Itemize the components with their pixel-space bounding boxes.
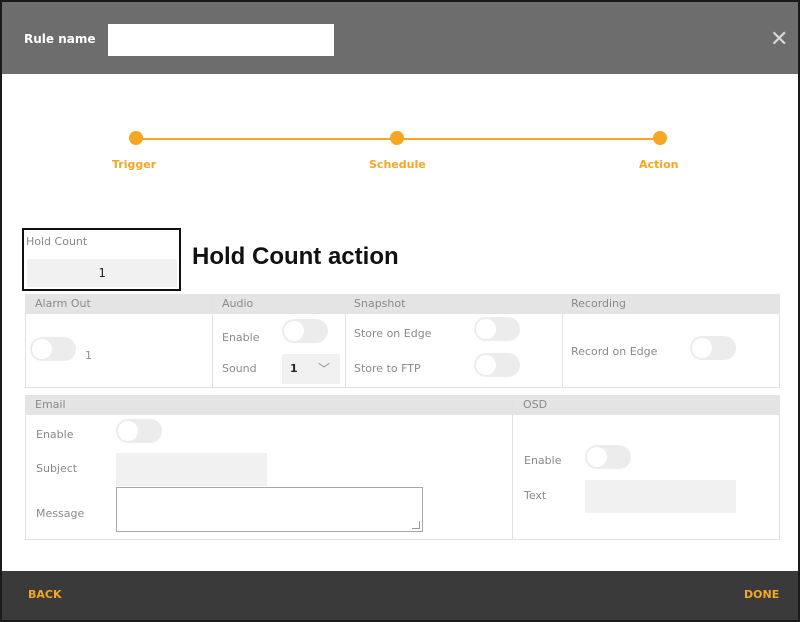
snapshot-ftp-label: Store to FTP [354,362,421,375]
audio-sound-label: Sound [222,362,257,375]
dialog-header: Rule name ✕ [2,2,798,74]
divider [212,294,213,388]
alarm-out-title: Alarm Out [35,297,91,310]
osd-text-label: Text [524,489,547,502]
email-enable-label: Enable [36,428,74,441]
email-title: Email [35,398,66,411]
recording-edge-label: Record on Edge [571,345,658,358]
osd-enable-label: Enable [524,454,562,467]
sound-select-value: 1 [290,362,298,375]
done-button[interactable]: DONE [744,588,779,601]
snapshot-edge-label: Store on Edge [354,327,432,340]
hold-count-label: Hold Count [26,235,88,248]
recording-edge-toggle[interactable] [690,336,736,360]
snapshot-title: Snapshot [354,297,406,310]
email-subject-label: Subject [36,462,78,475]
step-dot-action[interactable] [653,131,667,145]
audio-enable-toggle[interactable] [282,319,328,343]
chevron-down-icon: ﹀ [318,362,331,376]
audio-enable-label: Enable [222,331,260,344]
divider [512,395,513,540]
email-message-textarea[interactable] [116,487,423,532]
resize-handle-icon[interactable] [412,521,420,529]
back-button[interactable]: BACK [28,588,62,601]
email-message-label: Message [36,507,85,520]
step-schedule[interactable]: Schedule [369,158,426,171]
snapshot-edge-toggle[interactable] [474,317,520,341]
email-osd-panel-header [25,395,780,415]
alarm-out-value: 1 [85,349,92,362]
step-trigger[interactable]: Trigger [112,158,156,171]
hold-count-input[interactable]: 1 [27,259,177,287]
email-enable-toggle[interactable] [116,419,162,443]
audio-title: Audio [222,297,254,310]
recording-title: Recording [571,297,627,310]
alarm-out-toggle[interactable] [30,337,76,361]
close-icon[interactable]: ✕ [770,29,788,51]
rule-name-label: Rule name [24,32,96,46]
osd-enable-toggle[interactable] [585,445,631,469]
step-dot-schedule[interactable] [390,131,404,145]
email-subject-input[interactable] [116,453,267,486]
osd-text-input[interactable] [585,480,736,513]
dialog-footer: BACK DONE [2,571,798,620]
divider [345,294,346,388]
snapshot-ftp-toggle[interactable] [474,353,520,377]
rule-name-input[interactable] [108,24,334,56]
annotation-text: Hold Count action [192,243,399,270]
osd-title: OSD [523,398,548,411]
step-dot-trigger[interactable] [129,131,143,145]
step-action[interactable]: Action [639,158,678,171]
divider [562,294,563,388]
